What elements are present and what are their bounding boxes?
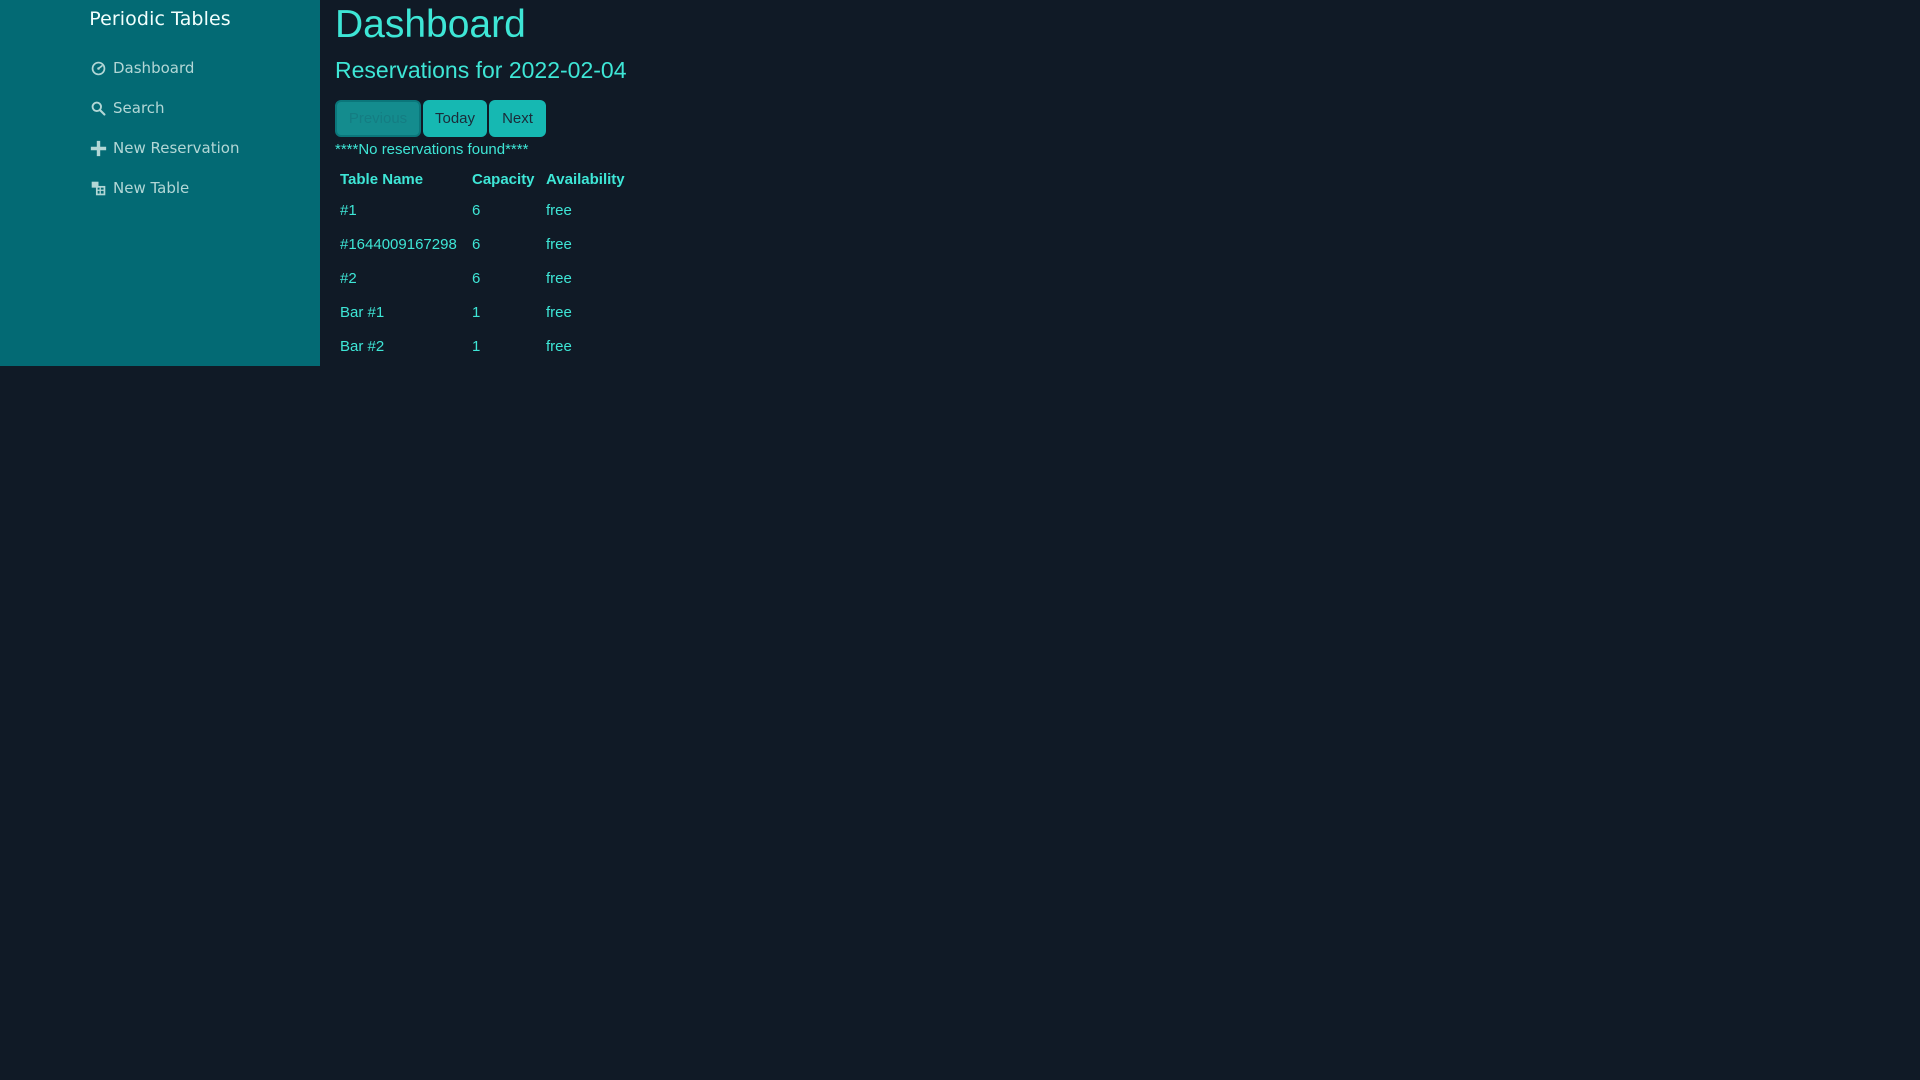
table-row: #1644009167298 6 free [335,227,630,261]
table-row: Bar #1 1 free [335,295,630,329]
plus-icon [90,140,107,156]
sidebar: Periodic Tables Dashboard Search New Res… [0,0,320,366]
capacity-cell: 6 [472,269,481,287]
sidebar-item-new-reservation[interactable]: New Reservation [90,128,239,168]
empty-reservations-message: ****No reservations found**** [335,141,529,158]
table-name-cell: Bar #2 [340,337,385,355]
table-name-cell: #1644009167298 [340,235,457,253]
sidebar-item-label: New Table [113,179,190,197]
brand-title[interactable]: Periodic Tables [0,8,320,30]
dashboard-icon [91,61,106,75]
capacity-cell: 1 [472,337,481,355]
capacity-cell: 6 [472,201,481,219]
table-name-cell: Bar #1 [340,303,385,321]
tables-list: Table Name Capacity Availability #1 6 fr… [335,165,630,363]
next-button[interactable]: Next [489,100,546,137]
availability-cell: free [546,337,572,355]
table-header-row: Table Name Capacity Availability [335,165,630,193]
previous-button[interactable]: Previous [335,100,421,137]
reservation-date-title: Reservations for 2022-02-04 [335,57,627,83]
sidebar-item-new-table[interactable]: New Table [90,168,239,208]
capacity-cell: 1 [472,303,481,321]
sidebar-item-label: Dashboard [113,59,195,77]
table-name-header: Table Name [340,170,424,188]
date-navigation: Previous Today Next [335,100,546,137]
table-icon [91,181,106,195]
sidebar-nav: Dashboard Search New Reservation New Tab… [90,48,239,208]
today-button[interactable]: Today [423,100,487,137]
sidebar-item-search[interactable]: Search [90,88,239,128]
capacity-cell: 6 [472,235,481,253]
table-name-cell: #2 [340,269,357,287]
table-row: #2 6 free [335,261,630,295]
sidebar-item-label: Search [113,99,165,117]
availability-cell: free [546,201,572,219]
availability-cell: free [546,235,572,253]
table-row: #1 6 free [335,193,630,227]
page-title: Dashboard [335,3,526,46]
sidebar-item-label: New Reservation [113,139,240,157]
availability-header: Availability [546,170,625,188]
app-window: Periodic Tables Dashboard Search New Res… [0,0,1920,1080]
availability-cell: free [546,269,572,287]
table-row: Bar #2 1 free [335,329,630,363]
sidebar-item-dashboard[interactable]: Dashboard [90,48,239,88]
capacity-header: Capacity [472,170,535,188]
availability-cell: free [546,303,572,321]
search-icon [91,101,106,116]
table-name-cell: #1 [340,201,357,219]
